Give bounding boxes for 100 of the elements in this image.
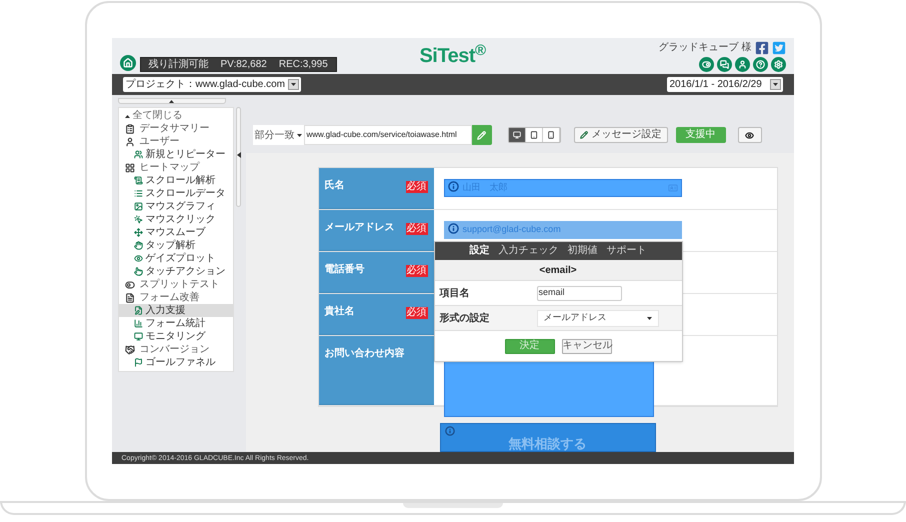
grid-icon [124, 162, 134, 172]
device-toggle[interactable] [542, 128, 560, 142]
settings-icon[interactable] [770, 56, 786, 72]
scrollbar-thumb[interactable] [236, 107, 241, 207]
eye-icon [134, 254, 142, 263]
dropdown-icon[interactable] [770, 79, 780, 90]
sidebar-subitem[interactable]: 新規とリピーター [118, 148, 232, 161]
sidebar-item[interactable]: ユーザー [118, 135, 232, 148]
device-toggle[interactable] [526, 128, 542, 142]
input-placeholder: support@glad-cube.com [462, 223, 561, 236]
form-label-cell: メールアドレス 必須 [318, 210, 434, 251]
sidebar-subitem[interactable]: スクロール解析 [118, 174, 232, 187]
hand-icon [134, 241, 142, 250]
eye-icon [745, 130, 754, 140]
collapse-all-link[interactable]: 全て閉じる [118, 110, 232, 122]
cancel-button[interactable]: キャンセル [562, 338, 612, 354]
pointer-icon [134, 267, 142, 276]
sidebar-item[interactable]: フォーム改善 [118, 291, 232, 304]
sidebar-subitem[interactable]: タップ解析 [118, 239, 232, 252]
info-icon [448, 181, 458, 192]
collapse-arrow-icon[interactable] [236, 152, 240, 158]
info-icon [448, 223, 458, 234]
dropdown-icon[interactable] [288, 79, 298, 90]
device-toggle[interactable] [508, 128, 526, 142]
preview-button[interactable] [738, 127, 762, 143]
pencil-icon [580, 131, 588, 139]
handshake-icon [124, 344, 134, 354]
image-icon [134, 202, 142, 211]
required-badge: 必須 [406, 265, 428, 277]
toggle-icon [124, 280, 134, 290]
user-icon[interactable] [734, 56, 750, 72]
sidebar-subitem[interactable]: モニタリング [118, 330, 232, 343]
card-icon [668, 183, 678, 193]
help-icon[interactable] [752, 56, 768, 72]
user-name: グラッドキューブ 様 [658, 42, 752, 52]
format-select[interactable]: メールアドレス [536, 310, 658, 326]
facebook-icon[interactable] [754, 40, 768, 54]
form-label-cell: 氏名 必須 [318, 168, 434, 209]
stat-text: PV:82,682 [220, 60, 267, 70]
sidebar-subitem[interactable]: ゲイズプロット [118, 252, 232, 265]
required-badge: 必須 [406, 223, 428, 235]
list-icon [134, 189, 142, 198]
up-arrow-icon [124, 114, 130, 118]
chat-icon[interactable] [716, 56, 732, 72]
move-icon [134, 228, 142, 237]
info-icon [444, 426, 454, 436]
sidebar-subitem[interactable]: 入力支援 [118, 304, 232, 317]
scroll-icon [134, 176, 142, 185]
url-field[interactable]: www.glad-cube.com/service/toiawase.html [304, 125, 472, 145]
field-label: 形式の設定 [440, 311, 490, 326]
user-icon [124, 136, 134, 146]
document-icon [124, 292, 134, 302]
phone-icon [546, 131, 554, 139]
users-icon [134, 150, 142, 159]
flag-icon [134, 358, 142, 367]
twitter-icon[interactable] [772, 40, 786, 54]
form-icon [134, 306, 142, 315]
message-settings-button[interactable]: メッセージ設定 [574, 127, 668, 143]
required-badge: 必須 [406, 307, 428, 319]
date-range-select[interactable]: 2016/1/1 - 2016/2/29 [666, 77, 782, 92]
stat-text: REC:3,995 [278, 60, 328, 70]
field-label: 項目名 [440, 286, 470, 300]
logo: SiTest$^{®}$ [419, 46, 486, 66]
sidebar-item[interactable]: データサマリー [118, 122, 232, 135]
sidebar-subitem[interactable]: ゴールファネル [118, 356, 232, 369]
monitor-icon [134, 332, 142, 341]
item-name-field[interactable]: semail [536, 286, 622, 300]
popup-tab[interactable]: サポート [606, 246, 646, 256]
popup-title: <email> [539, 264, 577, 278]
required-badge: 必須 [406, 181, 428, 193]
home-icon[interactable] [120, 55, 136, 71]
sidebar-item[interactable]: コンバージョン [118, 343, 232, 356]
sidebar-subitem[interactable]: マウスムーブ [118, 226, 232, 239]
sidebar-item[interactable]: ヒートマップ [118, 161, 232, 174]
sidebar-subitem[interactable]: フォーム統計 [118, 317, 232, 330]
toggle-icon[interactable] [698, 56, 714, 72]
highlighted-textarea[interactable] [444, 361, 654, 417]
project-select[interactable]: プロジェクト：www.glad-cube.com [122, 77, 300, 92]
pencil-icon [477, 130, 486, 140]
sidebar-subitem[interactable]: タッチアクション [118, 265, 232, 278]
popup-tab[interactable]: 入力チェック [498, 246, 558, 256]
edit-button[interactable] [472, 125, 492, 145]
form-label-cell: 電話番号 必須 [318, 252, 434, 293]
dropdown-icon [646, 316, 652, 320]
stat-text: 残り計測可能 [148, 60, 208, 70]
dropdown-icon [296, 134, 302, 136]
sidebar-subitem[interactable]: マウスクリック [118, 213, 232, 226]
popup-tab[interactable]: 初期値 [568, 246, 598, 256]
clipboard-icon [124, 124, 134, 134]
popup-tab[interactable]: 設定 [470, 246, 490, 256]
form-label-cell: お問い合わせ内容 [318, 336, 434, 405]
sidebar-subitem[interactable]: スクロールデータ [118, 187, 232, 200]
form-label-cell: 貴社名 必須 [318, 294, 434, 335]
desktop-icon [512, 131, 520, 139]
sidebar-subitem[interactable]: マウスグラフィ [118, 200, 232, 213]
tablet-icon [530, 131, 538, 139]
cursor-click-icon [134, 215, 142, 224]
match-select[interactable]: 部分一致 [252, 125, 304, 145]
sidebar-item[interactable]: スプリットテスト [118, 278, 232, 291]
bar-chart-icon [134, 319, 142, 328]
